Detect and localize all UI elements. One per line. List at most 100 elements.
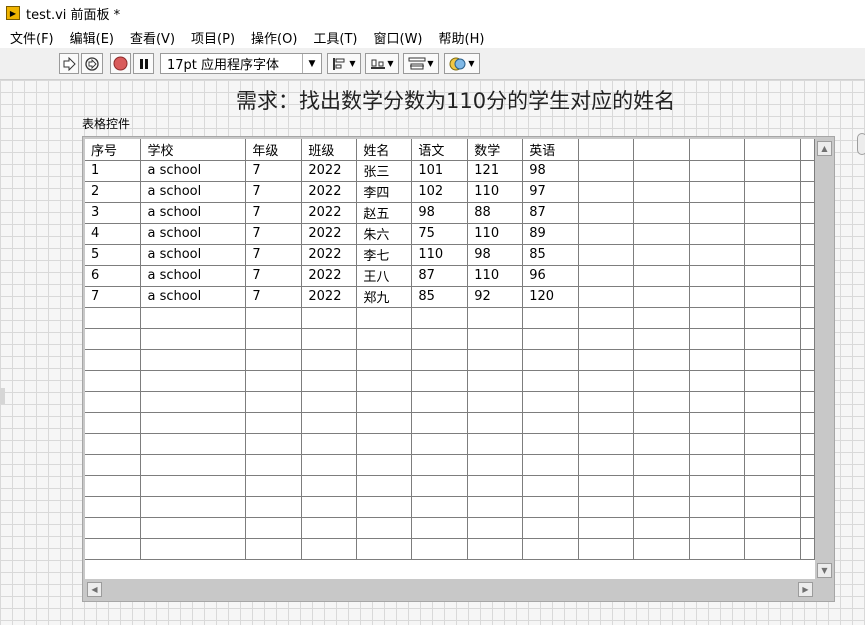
- font-selector[interactable]: 17pt 应用程序字体 ▼: [160, 53, 322, 74]
- table-empty-cell[interactable]: [85, 412, 142, 434]
- table-empty-cell[interactable]: [411, 412, 469, 434]
- table-empty-cell[interactable]: [689, 391, 746, 413]
- table-cell[interactable]: [578, 286, 635, 308]
- table-empty-cell[interactable]: [578, 349, 635, 371]
- table-empty-cell[interactable]: [140, 391, 247, 413]
- table-cell[interactable]: 李四: [356, 181, 413, 203]
- table-empty-cell[interactable]: [140, 538, 247, 560]
- table-header-cell[interactable]: 学校: [140, 139, 247, 161]
- table-empty-cell[interactable]: [245, 433, 303, 455]
- table-empty-cell[interactable]: [800, 307, 815, 329]
- table-row[interactable]: [85, 307, 815, 329]
- table-empty-cell[interactable]: [411, 391, 469, 413]
- table-empty-cell[interactable]: [140, 454, 247, 476]
- table-cell[interactable]: [633, 160, 691, 182]
- table-empty-cell[interactable]: [689, 328, 746, 350]
- scroll-right-icon[interactable]: ▶: [798, 582, 813, 597]
- table-cell[interactable]: [578, 265, 635, 287]
- table-cell[interactable]: [578, 160, 635, 182]
- table-row[interactable]: [85, 454, 815, 476]
- distribute-objects-icon[interactable]: ▼: [365, 53, 399, 74]
- table-empty-cell[interactable]: [356, 517, 413, 539]
- table-empty-cell[interactable]: [245, 454, 303, 476]
- table-empty-cell[interactable]: [245, 349, 303, 371]
- table-empty-cell[interactable]: [744, 517, 801, 539]
- menu-edit[interactable]: 编辑(E): [62, 28, 122, 47]
- table-empty-cell[interactable]: [689, 307, 746, 329]
- table-cell[interactable]: [689, 202, 746, 224]
- table-empty-cell[interactable]: [356, 391, 413, 413]
- table-empty-cell[interactable]: [633, 412, 691, 434]
- table-empty-cell[interactable]: [689, 433, 746, 455]
- table-header-cell[interactable]: 英语: [522, 139, 580, 161]
- table-empty-cell[interactable]: [140, 370, 247, 392]
- table-row[interactable]: [85, 475, 815, 497]
- table-empty-cell[interactable]: [140, 496, 247, 518]
- table-cell[interactable]: 郑九: [356, 286, 413, 308]
- table-cell[interactable]: 2022: [301, 160, 358, 182]
- table-empty-cell[interactable]: [467, 349, 524, 371]
- table-empty-cell[interactable]: [411, 370, 469, 392]
- table-empty-cell[interactable]: [301, 538, 358, 560]
- table-empty-cell[interactable]: [578, 370, 635, 392]
- table-empty-cell[interactable]: [633, 349, 691, 371]
- table-control[interactable]: 序号 学校 年级 班级 姓名 语文 数学 英语 1 a school 7 2022 张三 101 121 98…: [82, 136, 835, 602]
- table-empty-cell[interactable]: [633, 328, 691, 350]
- table-empty-cell[interactable]: [800, 370, 815, 392]
- table-cell[interactable]: 7: [85, 286, 142, 308]
- table-cell[interactable]: 85: [411, 286, 469, 308]
- table-empty-cell[interactable]: [744, 328, 801, 350]
- table-cell[interactable]: [800, 181, 815, 203]
- table-empty-cell[interactable]: [245, 391, 303, 413]
- table-empty-cell[interactable]: [140, 433, 247, 455]
- table-cell[interactable]: [744, 265, 801, 287]
- table-empty-cell[interactable]: [522, 391, 580, 413]
- table-cell[interactable]: 朱六: [356, 223, 413, 245]
- table-header-cell[interactable]: 班级: [301, 139, 358, 161]
- table-empty-cell[interactable]: [522, 475, 580, 497]
- table-empty-cell[interactable]: [356, 328, 413, 350]
- table-empty-cell[interactable]: [411, 538, 469, 560]
- table-cell[interactable]: [689, 265, 746, 287]
- table-cell[interactable]: [689, 181, 746, 203]
- table-empty-cell[interactable]: [522, 370, 580, 392]
- table-empty-cell[interactable]: [301, 328, 358, 350]
- table-cell[interactable]: 7: [245, 286, 303, 308]
- table-row[interactable]: [85, 328, 815, 350]
- table-cell[interactable]: 1: [85, 160, 142, 182]
- table-empty-cell[interactable]: [633, 454, 691, 476]
- table-cell[interactable]: 87: [522, 202, 580, 224]
- table-cell[interactable]: 121: [467, 160, 524, 182]
- table-empty-cell[interactable]: [411, 349, 469, 371]
- table-empty-cell[interactable]: [578, 496, 635, 518]
- table-header-cell[interactable]: [689, 139, 746, 161]
- table-empty-cell[interactable]: [356, 538, 413, 560]
- table-empty-cell[interactable]: [633, 307, 691, 329]
- table-cell[interactable]: [578, 244, 635, 266]
- table-empty-cell[interactable]: [689, 517, 746, 539]
- scroll-left-icon[interactable]: ◀: [87, 582, 102, 597]
- table-empty-cell[interactable]: [578, 412, 635, 434]
- table-empty-cell[interactable]: [411, 454, 469, 476]
- table-empty-cell[interactable]: [744, 538, 801, 560]
- table-empty-cell[interactable]: [689, 496, 746, 518]
- table-cell[interactable]: 4: [85, 223, 142, 245]
- table-empty-cell[interactable]: [467, 412, 524, 434]
- menu-window[interactable]: 窗口(W): [366, 28, 431, 47]
- menu-help[interactable]: 帮助(H): [431, 28, 493, 47]
- table-empty-cell[interactable]: [411, 433, 469, 455]
- table-row[interactable]: 4a school 7 2022 朱六 75 110 89: [85, 223, 815, 245]
- table-empty-cell[interactable]: [140, 517, 247, 539]
- table-empty-cell[interactable]: [245, 517, 303, 539]
- table-empty-cell[interactable]: [85, 538, 142, 560]
- table-cell[interactable]: [744, 202, 801, 224]
- table-empty-cell[interactable]: [140, 349, 247, 371]
- table-row[interactable]: [85, 412, 815, 434]
- table-grid[interactable]: 序号 学校 年级 班级 姓名 语文 数学 英语 1 a school 7 2022 张三 101 121 98…: [85, 139, 815, 560]
- table-cell[interactable]: 96: [522, 265, 580, 287]
- table-cell[interactable]: a school: [140, 181, 247, 203]
- table-empty-cell[interactable]: [301, 517, 358, 539]
- table-empty-cell[interactable]: [140, 328, 247, 350]
- horizontal-scrollbar[interactable]: ◀ ▶: [85, 581, 815, 598]
- table-empty-cell[interactable]: [411, 517, 469, 539]
